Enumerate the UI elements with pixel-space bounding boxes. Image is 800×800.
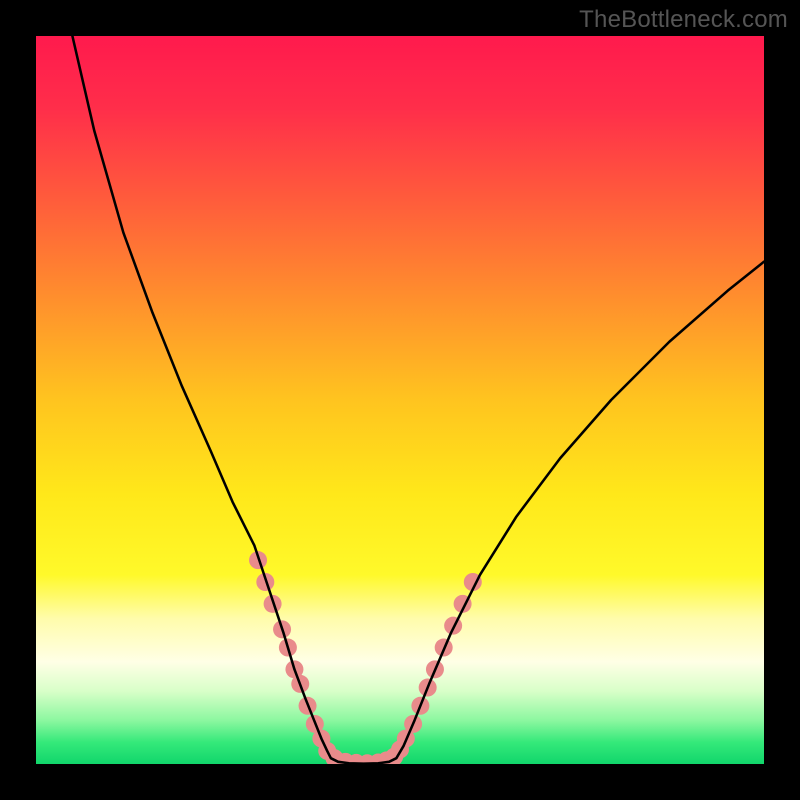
marker-dot — [444, 617, 462, 635]
v-curve — [72, 36, 764, 764]
marker-group — [249, 551, 482, 764]
plot-area — [36, 36, 764, 764]
curve-layer — [36, 36, 764, 764]
chart-frame: TheBottleneck.com — [0, 0, 800, 800]
watermark-text: TheBottleneck.com — [579, 6, 788, 34]
